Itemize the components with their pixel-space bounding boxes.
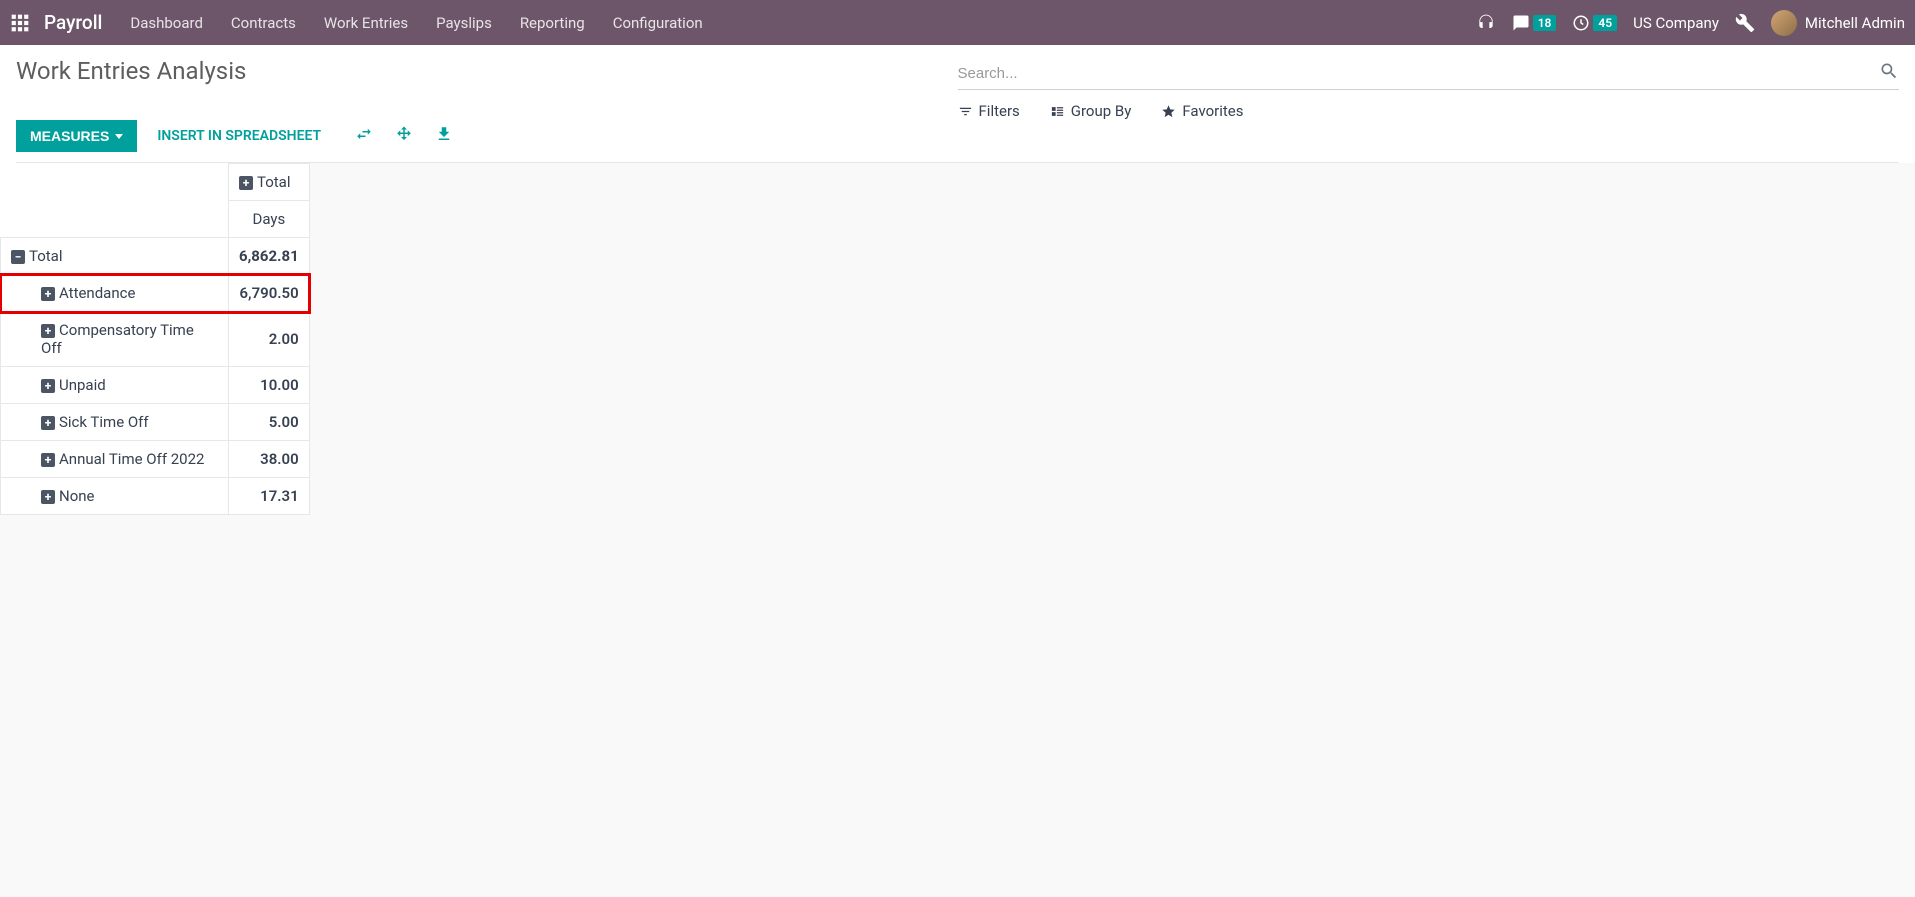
plus-icon[interactable]: + — [41, 287, 55, 301]
nav-work-entries[interactable]: Work Entries — [324, 14, 408, 32]
pivot-row-compensatory: +Compensatory Time Off 2.00 — [1, 312, 310, 367]
debug-icon[interactable] — [1735, 13, 1755, 33]
support-icon[interactable] — [1476, 13, 1496, 33]
plus-icon[interactable]: + — [41, 324, 55, 338]
pivot-corner — [1, 164, 229, 238]
top-navbar: Payroll Dashboard Contracts Work Entries… — [0, 0, 1915, 45]
nav-dashboard[interactable]: Dashboard — [130, 14, 203, 32]
row-value: 10.00 — [229, 367, 310, 404]
row-value: 2.00 — [229, 312, 310, 367]
insert-spreadsheet-link[interactable]: INSERT IN SPREADSHEET — [157, 128, 321, 144]
plus-icon[interactable]: + — [41, 379, 55, 393]
row-header-sick[interactable]: + Sick Time Off — [1, 404, 229, 441]
pivot-content: +Total Days −Total 6,862.81 +Attendance … — [0, 163, 1915, 519]
row-label: None — [59, 487, 95, 505]
filters-label: Filters — [979, 102, 1020, 120]
pivot-row-unpaid: + Unpaid 10.00 — [1, 367, 310, 404]
pivot-row-annual: + Annual Time Off 2022 38.00 — [1, 441, 310, 478]
search-icon[interactable] — [1879, 61, 1899, 85]
nav-payslips[interactable]: Payslips — [436, 14, 492, 32]
row-value: 5.00 — [229, 404, 310, 441]
plus-icon[interactable]: + — [41, 416, 55, 430]
favorites-button[interactable]: Favorites — [1161, 102, 1243, 120]
user-menu[interactable]: Mitchell Admin — [1771, 10, 1905, 36]
row-value: 38.00 — [229, 441, 310, 478]
plus-icon[interactable]: + — [41, 453, 55, 467]
page-title: Work Entries Analysis — [16, 57, 246, 85]
pivot-row-attendance: + Attendance 6,790.50 — [1, 275, 310, 312]
messages-icon[interactable]: 18 — [1512, 14, 1557, 32]
row-header-none[interactable]: + None — [1, 478, 229, 515]
nav-configuration[interactable]: Configuration — [613, 14, 703, 32]
row-header-annual[interactable]: + Annual Time Off 2022 — [1, 441, 229, 478]
row-header-attendance[interactable]: + Attendance — [1, 275, 229, 312]
activities-icon[interactable]: 45 — [1572, 14, 1617, 32]
groupby-button[interactable]: Group By — [1050, 102, 1132, 120]
row-header-compensatory[interactable]: +Compensatory Time Off — [1, 312, 229, 367]
total-value: 6,862.81 — [229, 238, 310, 275]
nav-right: 18 45 US Company Mitchell Admin — [1476, 10, 1905, 36]
plus-icon[interactable]: + — [239, 176, 253, 190]
nav-contracts[interactable]: Contracts — [231, 14, 296, 32]
row-label: Attendance — [59, 284, 135, 302]
plus-icon[interactable]: + — [41, 490, 55, 504]
control-panel: Work Entries Analysis Filters Group By — [0, 45, 1915, 163]
groupby-label: Group By — [1071, 102, 1132, 120]
col-total-header[interactable]: + Total — [229, 164, 310, 201]
pivot-table: +Total Days −Total 6,862.81 +Attendance … — [0, 163, 310, 515]
search-bar — [958, 57, 1900, 90]
row-total-label: Total — [29, 247, 63, 265]
row-value: 17.31 — [229, 478, 310, 515]
filter-row: Filters Group By Favorites — [958, 102, 1900, 120]
row-label: Unpaid — [59, 376, 106, 394]
expand-icon[interactable] — [395, 125, 413, 147]
apps-icon[interactable] — [10, 13, 30, 33]
brand-title[interactable]: Payroll — [44, 11, 102, 34]
row-value: 6,790.50 — [229, 275, 310, 312]
caret-down-icon — [115, 134, 123, 139]
col-total-label: Total — [257, 173, 291, 191]
row-header-unpaid[interactable]: + Unpaid — [1, 367, 229, 404]
filters-button[interactable]: Filters — [958, 102, 1020, 120]
pivot-row-none: + None 17.31 — [1, 478, 310, 515]
toolbar: MEASURES INSERT IN SPREADSHEET — [16, 120, 1899, 163]
nav-reporting[interactable]: Reporting — [520, 14, 585, 32]
minus-icon[interactable]: − — [11, 250, 25, 264]
username: Mitchell Admin — [1805, 14, 1905, 32]
measures-label: MEASURES — [30, 128, 109, 144]
messages-badge: 18 — [1533, 15, 1557, 31]
flip-axis-icon[interactable] — [355, 125, 373, 147]
pivot-total-row: −Total 6,862.81 — [1, 238, 310, 275]
avatar — [1771, 10, 1797, 36]
company-selector[interactable]: US Company — [1633, 14, 1719, 32]
row-total-header[interactable]: −Total — [1, 238, 229, 275]
download-icon[interactable] — [435, 125, 453, 147]
pivot-row-sick: + Sick Time Off 5.00 — [1, 404, 310, 441]
search-input[interactable] — [958, 65, 1880, 82]
row-label: Sick Time Off — [59, 413, 149, 431]
measures-button[interactable]: MEASURES — [16, 120, 137, 152]
measure-header: Days — [229, 201, 310, 238]
row-label: Annual Time Off 2022 — [59, 450, 204, 468]
row-label: Compensatory Time Off — [41, 321, 194, 357]
nav-menu: Dashboard Contracts Work Entries Payslip… — [130, 14, 702, 32]
favorites-label: Favorites — [1182, 102, 1243, 120]
activities-badge: 45 — [1593, 15, 1617, 31]
